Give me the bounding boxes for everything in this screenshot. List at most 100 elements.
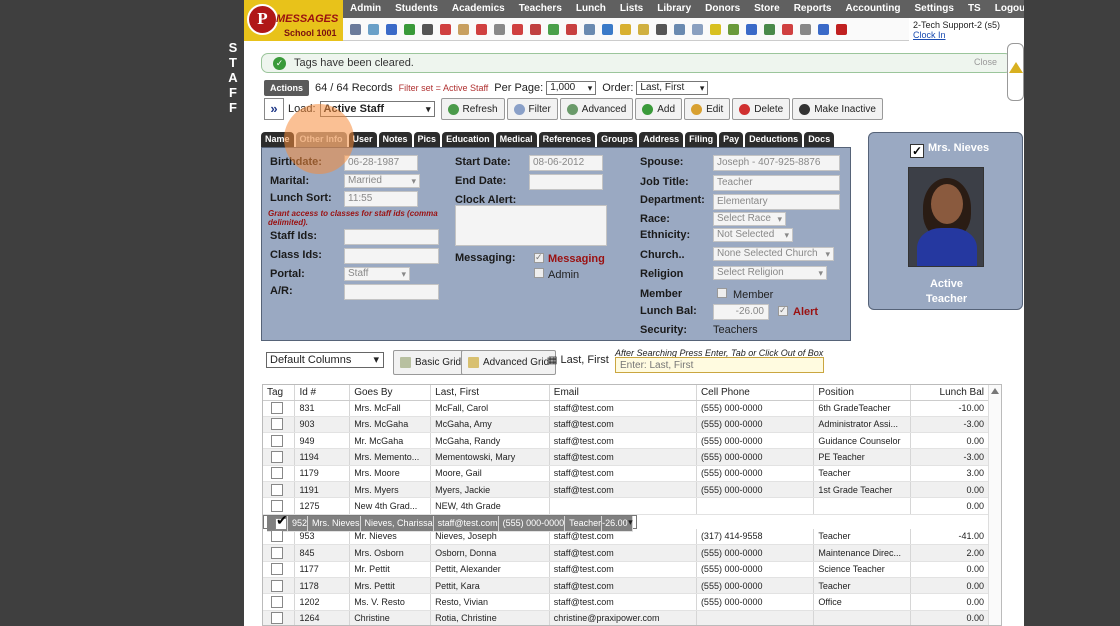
table-row[interactable]: 1275 New 4th Grad... NEW, 4th Grade 0.00 — [263, 497, 989, 515]
calendar-icon[interactable] — [368, 23, 379, 35]
menu-item-store[interactable]: Store — [747, 0, 787, 18]
birthdate-field[interactable]: 06-28-1987 — [344, 155, 418, 171]
drive-icon[interactable] — [800, 23, 811, 35]
admin-checkbox[interactable] — [534, 268, 544, 278]
filter-button[interactable]: Filter — [506, 98, 558, 120]
alert-user-icon[interactable] — [566, 23, 577, 35]
delete-button[interactable]: Delete — [732, 98, 791, 120]
tab-address[interactable]: Address — [639, 132, 684, 147]
columns-select[interactable]: Default Columns — [266, 352, 384, 368]
grid-search-input[interactable] — [615, 357, 824, 373]
basic-grid-button[interactable]: Basic Grid — [393, 350, 469, 375]
book-icon[interactable] — [602, 23, 613, 35]
row-tag-checkbox[interactable] — [271, 483, 283, 496]
clock-alert-textarea[interactable] — [455, 205, 607, 246]
school-logo[interactable]: P MESSAGES School 1001 — [244, 0, 343, 41]
menu-item-donors[interactable]: Donors — [698, 0, 747, 18]
chat-icon[interactable] — [404, 23, 415, 35]
row-tag-checkbox[interactable] — [275, 516, 287, 530]
edit-button[interactable]: Edit — [684, 98, 731, 120]
clock-icon[interactable] — [674, 23, 685, 35]
tab-notes[interactable]: Notes — [378, 132, 412, 147]
menu-item-lunch[interactable]: Lunch — [569, 0, 613, 18]
clock-in-link[interactable]: Clock In — [913, 30, 1000, 40]
alert-checkbox[interactable] — [778, 305, 788, 316]
calendar-red-icon[interactable] — [476, 23, 487, 35]
receipt-icon[interactable] — [728, 23, 739, 35]
tab-medical[interactable]: Medical — [495, 132, 537, 147]
table-row[interactable]: 1177 Mr. Pettit Pettit, Alexander staff@tes… — [263, 561, 989, 578]
grid-scrollbar[interactable] — [988, 385, 1001, 625]
card-tag-checkbox[interactable]: ✓ — [910, 144, 924, 158]
messaging-checkbox[interactable] — [534, 252, 544, 263]
tab-groups[interactable]: Groups — [597, 132, 638, 147]
order-select[interactable]: Last, First — [636, 81, 709, 95]
menu-item-reports[interactable]: Reports — [787, 0, 839, 18]
make-inactive-button[interactable]: Make Inactive — [792, 98, 883, 120]
actions-button[interactable]: Actions — [264, 80, 310, 96]
user-red-icon[interactable] — [512, 23, 523, 35]
tab-pics[interactable]: Pics — [413, 132, 441, 147]
table-row[interactable]: 903 Mrs. McGaha McGaha, Amy staff@test.com(… — [263, 416, 989, 434]
table-row[interactable]: 845 Mrs. Osborn Osborn, Donna staff@test.co… — [263, 544, 989, 562]
people-icon[interactable] — [530, 23, 541, 35]
row-tag-checkbox[interactable] — [271, 451, 283, 464]
per-page-select[interactable]: 1,000 — [546, 81, 597, 95]
column-header-goes-by[interactable]: Goes By — [349, 385, 432, 401]
menu-item-students[interactable]: Students — [388, 0, 445, 18]
ethnicity-select[interactable]: Not Selected — [713, 228, 793, 242]
tab-docs[interactable]: Docs — [804, 132, 835, 147]
megaphone-icon[interactable] — [494, 23, 505, 35]
table-row[interactable]: 949 Mr. McGaha McGaha, Randy staff@test.com… — [263, 432, 989, 450]
mail-icon[interactable] — [638, 23, 649, 35]
refresh-button[interactable]: Refresh — [440, 98, 505, 120]
table-row[interactable]: 1194 Mrs. Memento... Mementowski, Mary staf… — [263, 448, 989, 466]
tab-filing[interactable]: Filing — [685, 132, 718, 147]
close-message-button[interactable]: Close — [974, 57, 997, 67]
column-header-id-[interactable]: Id # — [294, 385, 351, 401]
grid-icon[interactable] — [692, 23, 703, 35]
table-row[interactable]: 1202 Ms. V. Resto Resto, Vivian staff@test.… — [263, 593, 989, 611]
ar-field[interactable] — [344, 284, 439, 300]
row-tag-checkbox[interactable] — [271, 547, 283, 560]
row-tag-checkbox[interactable] — [271, 530, 283, 543]
expand-chevron-icon[interactable]: » — [264, 98, 284, 120]
column-header-cell-phone[interactable]: Cell Phone — [696, 385, 815, 401]
portal-select[interactable]: Staff — [344, 267, 410, 281]
column-header-lunch-bal[interactable]: Lunch Bal — [910, 385, 989, 401]
cash-icon[interactable] — [764, 23, 775, 35]
job-title-field[interactable]: Teacher — [713, 175, 840, 191]
table-row[interactable]: 1178 Mrs. Pettit Pettit, Kara staff@test.co… — [263, 577, 989, 595]
add-button[interactable]: Add — [635, 98, 683, 120]
table-row[interactable]: 831 Mrs. McFall McFall, Carol staff@test.co… — [263, 400, 989, 417]
menu-item-accounting[interactable]: Accounting — [839, 0, 908, 18]
table-row[interactable]: 1179 Mrs. Moore Moore, Gail staff@test.com(… — [263, 465, 989, 482]
barcode-icon[interactable] — [710, 23, 721, 35]
menu-item-admin[interactable]: Admin — [343, 0, 388, 18]
phone-icon[interactable] — [422, 23, 433, 35]
pdf-icon[interactable] — [782, 23, 793, 35]
column-header-email[interactable]: Email — [549, 385, 697, 401]
end-date-field[interactable] — [529, 174, 603, 190]
church-select[interactable]: None Selected Church — [713, 247, 834, 261]
help-icon[interactable] — [818, 23, 829, 35]
lunch-bal-field[interactable]: -26.00 — [713, 304, 769, 320]
row-tag-checkbox[interactable] — [271, 595, 283, 608]
row-tag-checkbox[interactable] — [271, 402, 283, 415]
row-tag-checkbox[interactable] — [271, 467, 283, 480]
member-checkbox[interactable] — [717, 288, 727, 298]
row-tag-checkbox[interactable] — [271, 434, 283, 447]
column-header-position[interactable]: Position — [813, 385, 912, 401]
race-select[interactable]: Select Race — [713, 212, 786, 226]
table-row[interactable]: 1264 Christine Rotia, Christine christine@p… — [263, 610, 989, 625]
tab-deductions[interactable]: Deductions — [745, 132, 803, 147]
menu-item-library[interactable]: Library — [650, 0, 698, 18]
power-icon[interactable] — [836, 23, 847, 35]
row-tag-checkbox[interactable] — [271, 579, 283, 592]
staff-ids-field[interactable] — [344, 229, 439, 245]
search-icon[interactable] — [350, 23, 361, 35]
money-icon[interactable] — [548, 23, 559, 35]
scroll-up-icon[interactable] — [991, 388, 999, 394]
tax-icon[interactable] — [746, 23, 757, 35]
staff-photo[interactable] — [908, 167, 984, 267]
